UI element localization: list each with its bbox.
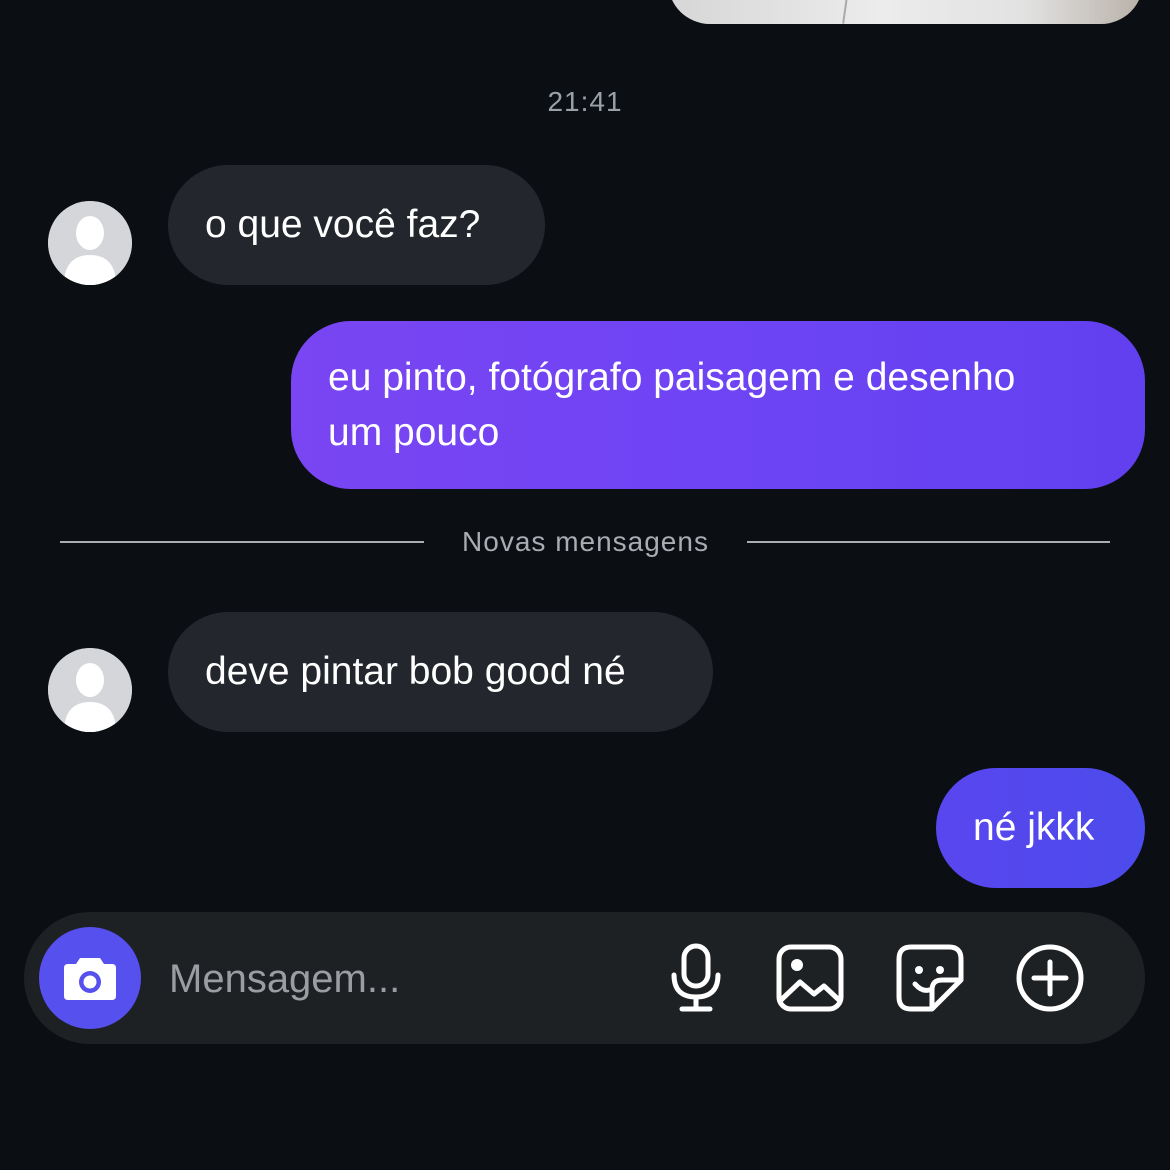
voice-message-button[interactable] [660,942,732,1014]
message-composer [24,912,1145,1044]
gallery-button[interactable] [774,942,846,1014]
gallery-icon [776,944,844,1012]
microphone-icon [671,943,721,1012]
divider-line [60,541,424,543]
outgoing-message-bubble[interactable]: né jkkk [936,768,1145,888]
message-text: o que você faz? [205,203,481,246]
divider-line [747,541,1110,543]
default-avatar-icon [48,648,132,732]
chat-screen: 21:41 o que você faz? eu pinto, fotógraf… [0,0,1170,1170]
message-text: né jkkk [973,806,1095,849]
image-detail [842,0,856,24]
sticker-button[interactable] [894,942,966,1014]
message-text-line: um pouco [328,411,500,454]
default-avatar-icon [48,201,132,285]
message-input[interactable] [167,942,631,1016]
divider-label: Novas mensagens [462,526,709,557]
plus-circle-icon [1016,944,1084,1012]
message-timestamp: 21:41 [547,86,623,117]
camera-button[interactable] [39,927,141,1029]
camera-icon [64,958,116,1000]
image-message-thumbnail[interactable] [668,0,1143,24]
sticker-icon [896,944,964,1012]
new-messages-divider: Novas mensagens [60,520,1110,564]
outgoing-message-bubble[interactable]: eu pinto, fotógrafo paisagem e desenho u… [291,321,1145,489]
contact-avatar[interactable] [48,201,132,285]
message-text: deve pintar bob good né [205,650,626,693]
incoming-message-bubble[interactable]: deve pintar bob good né [168,612,713,732]
message-text-line: eu pinto, fotógrafo paisagem e desenho [328,356,1016,399]
incoming-message-bubble[interactable]: o que você faz? [168,165,545,285]
more-options-button[interactable] [1014,942,1086,1014]
contact-avatar[interactable] [48,648,132,732]
